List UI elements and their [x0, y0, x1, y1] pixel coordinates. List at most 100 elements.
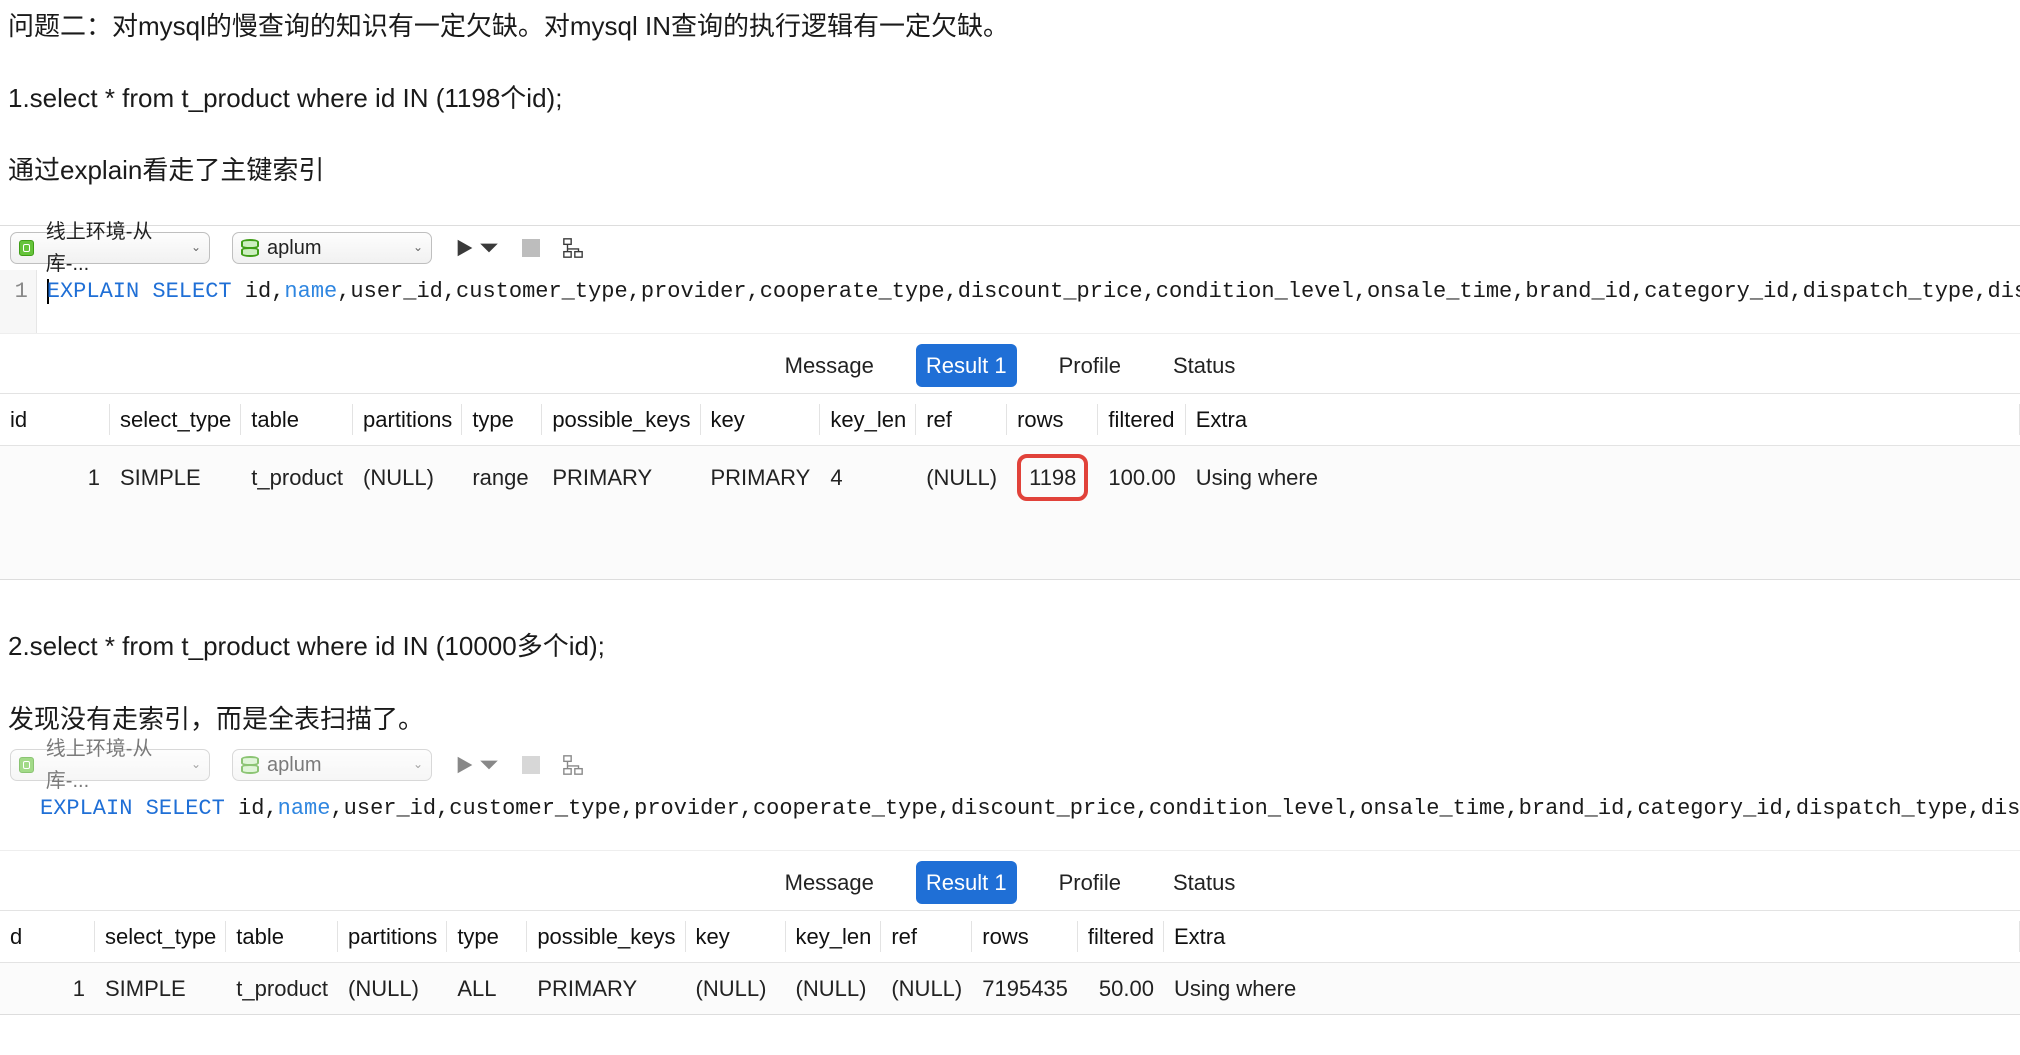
col-possible-keys[interactable]: possible_keys [527, 911, 685, 963]
connection-selector[interactable]: 线上环境-从库-... ⌄ [10, 749, 210, 781]
run-button[interactable] [454, 237, 500, 259]
sql-keyword: EXPLAIN SELECT [47, 279, 232, 304]
explain-structure-button[interactable] [562, 754, 584, 776]
sql-code-line: EXPLAIN SELECT id,name,user_id,customer_… [37, 270, 2020, 333]
stop-button[interactable] [522, 239, 540, 257]
sql-column-name: name [278, 796, 331, 821]
result-tabs: Message Result 1 Profile Status [0, 333, 2020, 393]
database-label: aplum [267, 232, 321, 264]
tab-status[interactable]: Status [1163, 344, 1245, 387]
explain-result-table: d select_type table partitions type poss… [0, 910, 2020, 1014]
case2-note: 发现没有走索引，而是全表扫描了。 [0, 693, 2020, 745]
col-filtered[interactable]: filtered [1098, 393, 1185, 445]
col-key-len[interactable]: key_len [786, 911, 882, 963]
sql-client-panel-2: 线上环境-从库-... ⌄ aplum ⌄ EXPLA [0, 743, 2020, 1016]
cell-possible-keys: PRIMARY [527, 963, 685, 1015]
col-possible-keys[interactable]: possible_keys [542, 393, 700, 445]
sql-code-line: EXPLAIN SELECT id,name,user_id,customer_… [30, 787, 2020, 850]
tab-message[interactable]: Message [775, 861, 884, 904]
cell-filtered: 100.00 [1098, 446, 1185, 510]
col-key-len[interactable]: key_len [820, 393, 916, 445]
col-rows[interactable]: rows [1007, 393, 1098, 445]
chevron-down-icon: ⌄ [191, 755, 201, 774]
cell-key: (NULL) [686, 963, 786, 1015]
col-filtered[interactable]: filtered [1078, 911, 1164, 963]
chevron-down-icon: ⌄ [413, 755, 423, 774]
stop-button[interactable] [522, 756, 540, 774]
col-partitions[interactable]: partitions [338, 911, 447, 963]
cell-type: ALL [447, 963, 527, 1015]
cell-partitions: (NULL) [338, 963, 447, 1015]
col-extra[interactable]: Extra [1186, 393, 2020, 445]
col-table[interactable]: table [241, 393, 353, 445]
explain-structure-button[interactable] [562, 237, 584, 259]
case2-query: 2.select * from t_product where id IN (1… [0, 620, 2020, 672]
cell-possible-keys: PRIMARY [542, 446, 700, 510]
cell-key: PRIMARY [701, 446, 821, 510]
cell-id: 1 [0, 963, 95, 1015]
col-select-type[interactable]: select_type [95, 911, 226, 963]
tab-profile[interactable]: Profile [1049, 344, 1131, 387]
sql-client-panel-1: 线上环境-从库-... ⌄ aplum ⌄ 1 [0, 225, 2020, 581]
cell-extra: Using where [1164, 963, 2020, 1015]
cell-extra: Using where [1186, 446, 2020, 510]
table-row[interactable]: 1 SIMPLE t_product (NULL) range PRIMARY … [0, 446, 2020, 510]
run-button[interactable] [454, 754, 500, 776]
table-header-row: id select_type table partitions type pos… [0, 393, 2020, 445]
col-id[interactable]: d [0, 911, 95, 963]
cell-table: t_product [226, 963, 338, 1015]
connection-label: 线上环境-从库-... [46, 733, 183, 797]
database-selector[interactable]: aplum ⌄ [232, 749, 432, 781]
col-ref[interactable]: ref [916, 393, 1007, 445]
col-key[interactable]: key [701, 393, 821, 445]
cell-type: range [462, 446, 542, 510]
col-ref[interactable]: ref [881, 911, 972, 963]
col-type[interactable]: type [447, 911, 527, 963]
sql-text: ,user_id,customer_type,provider,cooperat… [330, 796, 2020, 821]
tab-status[interactable]: Status [1163, 861, 1245, 904]
database-label: aplum [267, 749, 321, 781]
sql-column-name: name [284, 279, 337, 304]
line-number: 1 [0, 270, 37, 333]
chevron-down-icon: ⌄ [413, 238, 423, 257]
cell-id: 1 [0, 446, 110, 510]
empty-area [0, 509, 2020, 579]
col-type[interactable]: type [462, 393, 542, 445]
database-icon [241, 756, 259, 774]
cell-key-len: 4 [820, 446, 916, 510]
table-row[interactable]: 1 SIMPLE t_product (NULL) ALL PRIMARY (N… [0, 963, 2020, 1015]
connection-icon [19, 240, 34, 256]
tab-message[interactable]: Message [775, 344, 884, 387]
connection-icon [19, 757, 34, 773]
col-id[interactable]: id [0, 393, 110, 445]
col-rows[interactable]: rows [972, 911, 1078, 963]
case1-query: 1.select * from t_product where id IN (1… [0, 72, 2020, 124]
connection-selector[interactable]: 线上环境-从库-... ⌄ [10, 232, 210, 264]
col-select-type[interactable]: select_type [110, 393, 241, 445]
col-partitions[interactable]: partitions [353, 393, 462, 445]
sql-editor[interactable]: 1 EXPLAIN SELECT id,name,user_id,custome… [0, 270, 2020, 333]
tab-result[interactable]: Result 1 [916, 344, 1017, 387]
col-key[interactable]: key [686, 911, 786, 963]
cell-key-len: (NULL) [786, 963, 882, 1015]
database-icon [241, 239, 259, 257]
problem-heading: 问题二：对mysql的慢查询的知识有一定欠缺。对mysql IN查询的执行逻辑有… [0, 0, 2020, 52]
cell-ref: (NULL) [881, 963, 972, 1015]
explain-result-table: id select_type table partitions type pos… [0, 393, 2020, 579]
rows-highlight: 1198 [1017, 454, 1088, 501]
sql-editor[interactable]: EXPLAIN SELECT id,name,user_id,customer_… [0, 787, 2020, 850]
col-extra[interactable]: Extra [1164, 911, 2020, 963]
col-table[interactable]: table [226, 911, 338, 963]
tab-profile[interactable]: Profile [1049, 861, 1131, 904]
tab-result[interactable]: Result 1 [916, 861, 1017, 904]
database-selector[interactable]: aplum ⌄ [232, 232, 432, 264]
toolbar: 线上环境-从库-... ⌄ aplum ⌄ [0, 743, 2020, 787]
cell-select-type: SIMPLE [110, 446, 241, 510]
sql-text: id, [225, 796, 278, 821]
case1-note: 通过explain看走了主键索引 [0, 144, 2020, 196]
cell-ref: (NULL) [916, 446, 1007, 510]
sql-text: ,user_id,customer_type,provider,cooperat… [337, 279, 2020, 304]
cell-rows: 7195435 [972, 963, 1078, 1015]
cell-filtered: 50.00 [1078, 963, 1164, 1015]
cell-rows: 1198 [1007, 446, 1098, 510]
